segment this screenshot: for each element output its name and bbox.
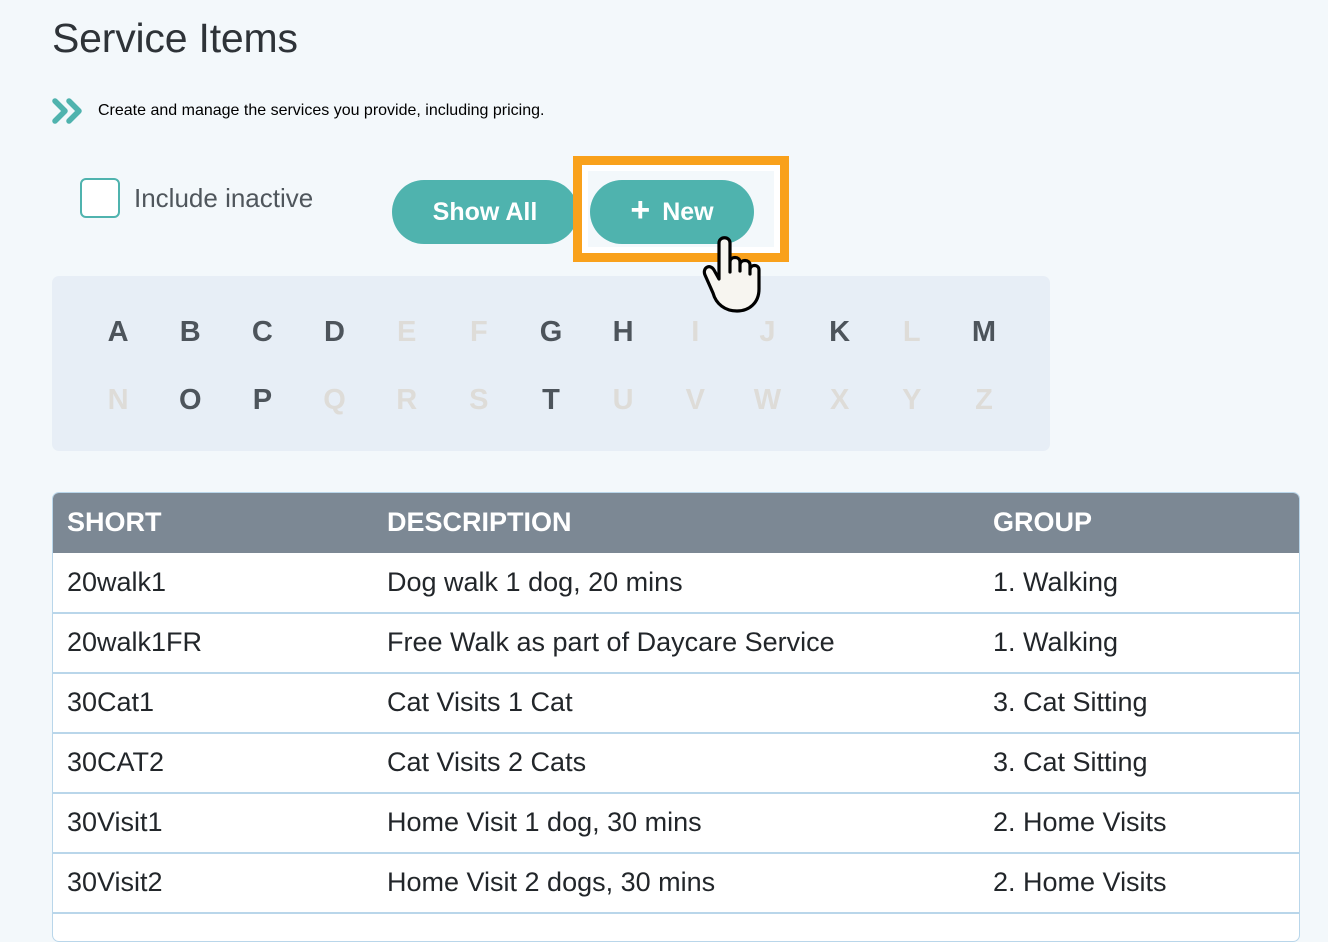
cell-description xyxy=(371,912,981,941)
cell-short: 30CAT2 xyxy=(53,732,371,793)
cell-description: Dog walk 1 dog, 20 mins xyxy=(387,566,683,597)
cell-group xyxy=(981,912,1299,941)
column-header-description[interactable]: DESCRIPTION xyxy=(371,493,981,553)
alphabet-letter-k[interactable]: K xyxy=(804,317,876,347)
cell-description: Free Walk as part of Daycare Service xyxy=(371,612,981,673)
alphabet-letter-m[interactable]: M xyxy=(948,317,1020,347)
alphabet-letter-x: X xyxy=(829,383,850,416)
alphabet-filter: ABCDE FGH I JKLM NOPQ R STU V W X Y Z xyxy=(52,276,1050,451)
service-items-table: SHORT DESCRIPTION GROUP 20walk1 Dog walk … xyxy=(52,492,1300,942)
alphabet-letter-y: Y xyxy=(902,383,922,416)
service-items-page: Service Items Create and manage the serv… xyxy=(0,0,1328,942)
cell-description: Cat Visits 2 Cats xyxy=(371,732,981,793)
alphabet-letter-s: S xyxy=(469,383,489,416)
table-row-partial[interactable] xyxy=(53,912,1299,941)
table-body: 20walk1 Dog walk 1 dog, 20 mins 1. Walking… xyxy=(53,553,1299,941)
alphabet-letter-j: J xyxy=(759,315,776,348)
table-row[interactable]: 30Cat1 Cat Visits 1 Cat 3. Cat Sitting xyxy=(53,672,1299,733)
cell-short: 30Visit1 xyxy=(53,792,371,853)
include-inactive-label: Include inactive xyxy=(134,183,314,213)
cell-group: 2. Home Visits xyxy=(981,792,1299,853)
alphabet-letter-n: N xyxy=(107,383,129,416)
cell-group: 2. Home Visits xyxy=(981,852,1299,913)
toolbar: Include inactive Show All + New xyxy=(80,178,754,244)
alphabet-letter-r: R xyxy=(396,383,418,416)
cell-group: 3. Cat Sitting xyxy=(981,732,1299,793)
alphabet-letter-g[interactable]: G xyxy=(515,317,587,347)
cell-short: 30Visit2 xyxy=(53,852,371,913)
show-all-button[interactable]: Show All xyxy=(392,180,578,244)
table-row[interactable]: 30CAT2 Cat Visits 2 Cats 3. Cat Sitting xyxy=(53,732,1299,793)
page-subtitle: Create and manage the services you provi… xyxy=(52,98,544,124)
alphabet-letter-d[interactable]: D xyxy=(298,317,370,347)
table-row[interactable]: 30Visit2 Home Visit 2 dogs, 30 mins 2. Hom… xyxy=(53,852,1299,913)
alphabet-letter-l: L xyxy=(902,315,921,348)
cell-short: 30Cat1 xyxy=(53,672,371,733)
alphabet-letter-f: F xyxy=(469,315,488,348)
cell-group: 1. Walking xyxy=(993,566,1119,597)
alphabet-row-1: ABCDE FGH I JKLM xyxy=(82,298,1020,366)
alphabet-row-2: NOPQ R STU V W X Y Z xyxy=(82,366,1020,434)
cell-description: Home Visit 1 dog, 30 mins xyxy=(371,792,981,853)
double-chevron-right-icon xyxy=(52,98,86,124)
alphabet-letter-p[interactable]: P xyxy=(226,385,298,415)
alphabet-letter-w: W xyxy=(753,383,782,416)
cell-group: 1. Walking xyxy=(981,612,1299,673)
table-row[interactable]: 20walk1FR Free Walk as part of Daycare Se… xyxy=(53,612,1299,673)
column-header-group[interactable]: GROUP xyxy=(981,493,1299,553)
alphabet-letter-q: Q xyxy=(323,383,346,416)
alphabet-letter-u: U xyxy=(612,383,634,416)
cell-short: 20walk1FR xyxy=(53,612,371,673)
checkbox-box[interactable] xyxy=(80,178,120,218)
cell-description: Home Visit 2 dogs, 30 mins xyxy=(371,852,981,913)
plus-icon: + xyxy=(630,191,651,230)
show-all-label: Show All xyxy=(432,197,538,226)
cell-description: Cat Visits 1 Cat xyxy=(371,672,981,733)
alphabet-letter-v: V xyxy=(685,383,705,416)
alphabet-letter-c[interactable]: C xyxy=(226,317,298,347)
alphabet-letter-i: I xyxy=(691,315,700,348)
column-header-short[interactable]: SHORT xyxy=(53,493,371,553)
table-row[interactable]: 20walk1 Dog walk 1 dog, 20 mins 1. Walking xyxy=(53,553,1299,613)
alphabet-letter-z: Z xyxy=(975,383,993,416)
table-row[interactable]: 30Visit1 Home Visit 1 dog, 30 mins 2. Home… xyxy=(53,792,1299,853)
alphabet-letter-h[interactable]: H xyxy=(587,317,659,347)
alphabet-letter-b[interactable]: B xyxy=(154,317,226,347)
new-button[interactable]: + New xyxy=(590,180,754,244)
page-title: Service Items xyxy=(52,15,298,61)
table-header-row: SHORT DESCRIPTION GROUP xyxy=(53,493,1299,553)
include-inactive-checkbox[interactable]: Include inactive xyxy=(80,178,313,218)
cell-short: 20walk1 xyxy=(67,566,167,597)
alphabet-letter-a[interactable]: A xyxy=(82,317,154,347)
alphabet-letter-e: E xyxy=(397,315,417,348)
alphabet-letter-t[interactable]: T xyxy=(515,385,587,415)
alphabet-letter-o[interactable]: O xyxy=(154,385,226,415)
cell-short xyxy=(53,912,371,941)
new-label: New xyxy=(662,197,714,226)
page-subtitle-text: Create and manage the services you provi… xyxy=(98,102,545,119)
cell-group: 3. Cat Sitting xyxy=(981,672,1299,733)
